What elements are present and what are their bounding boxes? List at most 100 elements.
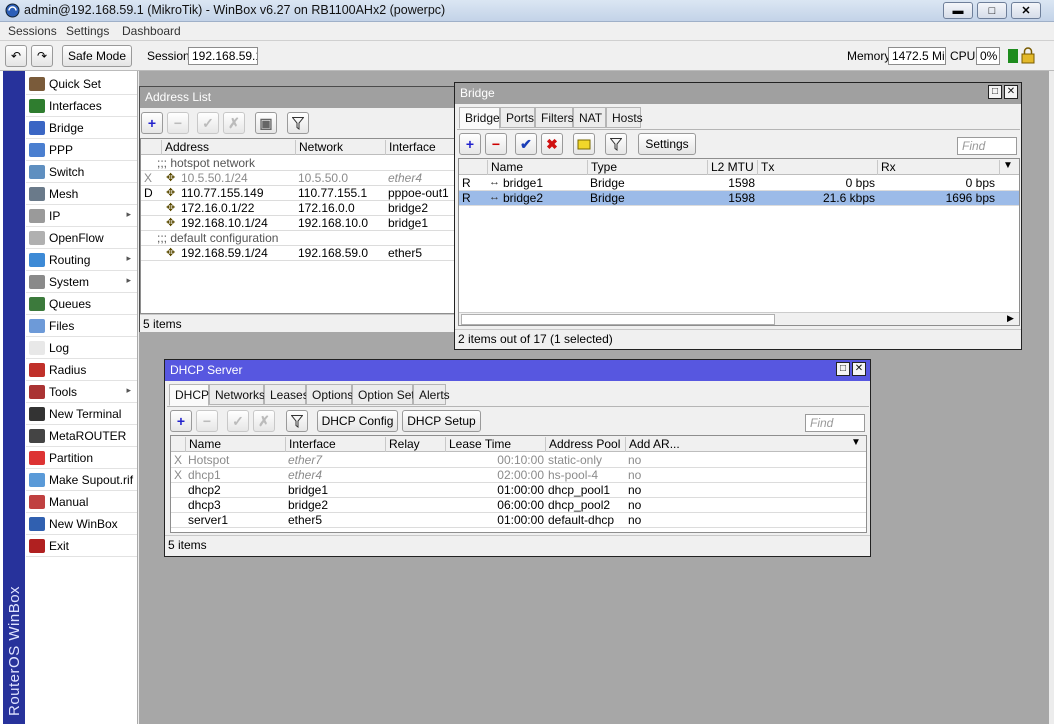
sidebar-item-radius[interactable]: Radius xyxy=(26,359,137,381)
sidebar-item-new-terminal[interactable]: New Terminal xyxy=(26,403,137,425)
enable-dhcp-button[interactable]: ✓ xyxy=(227,410,249,432)
table-row[interactable]: D ✥ 110.77.155.149 110.77.155.1 pppoe-out1 xyxy=(141,186,468,201)
remove-dhcp-button[interactable]: − xyxy=(196,410,218,432)
bridge-maximize-button[interactable]: □ xyxy=(988,85,1002,99)
col-tx[interactable]: Tx xyxy=(757,160,877,175)
disable-address-button[interactable]: ✗ xyxy=(223,112,245,134)
table-row[interactable]: ✥ 172.16.0.1/22 172.16.0.0 bridge2 xyxy=(141,201,468,216)
minimize-button[interactable]: ▬ xyxy=(943,2,973,19)
tab-nat[interactable]: NAT xyxy=(573,107,606,128)
tab-hosts[interactable]: Hosts xyxy=(606,107,643,128)
col-rx[interactable]: Rx xyxy=(877,160,999,175)
sidebar-item-tools[interactable]: Tools ▸ xyxy=(26,381,137,403)
sidebar-item-routing[interactable]: Routing ▸ xyxy=(26,249,137,271)
add-dhcp-button[interactable]: + xyxy=(170,410,192,432)
add-address-button[interactable]: + xyxy=(141,112,163,134)
tab-leases[interactable]: Leases xyxy=(264,384,309,405)
maximize-button[interactable]: □ xyxy=(977,2,1007,19)
tab-dhcp[interactable]: DHCP xyxy=(169,384,209,406)
col-type[interactable]: Type xyxy=(587,160,707,175)
dhcp-maximize-button[interactable]: □ xyxy=(836,362,850,376)
filter-address-button[interactable] xyxy=(287,112,309,134)
sidebar-item-interfaces[interactable]: Interfaces xyxy=(26,95,137,117)
disable-dhcp-button[interactable]: ✗ xyxy=(253,410,275,432)
sidebar-item-make-supout-rif[interactable]: Make Supout.rif xyxy=(26,469,137,491)
sidebar-item-new-winbox[interactable]: New WinBox xyxy=(26,513,137,535)
menu-settings[interactable]: Settings xyxy=(66,24,109,38)
table-row[interactable]: R ↔ bridge2 Bridge 1598 21.6 kbps 1696 bps xyxy=(459,191,1019,206)
table-row[interactable]: server1 ether5 01:00:00 default-dhcp no xyxy=(171,513,866,528)
comment-row[interactable]: ;;; default configuration xyxy=(141,231,468,246)
enable-bridge-button[interactable]: ✔ xyxy=(515,133,537,155)
table-row[interactable]: ✥ 192.168.10.1/24 192.168.10.0 bridge1 xyxy=(141,216,468,231)
table-row[interactable]: dhcp2 bridge1 01:00:00 dhcp_pool1 no xyxy=(171,483,866,498)
enable-address-button[interactable]: ✓ xyxy=(197,112,219,134)
dhcp-close-button[interactable]: ✕ xyxy=(852,362,866,376)
filter-bridge-button[interactable] xyxy=(605,133,627,155)
sidebar-item-ppp[interactable]: PPP xyxy=(26,139,137,161)
session-field[interactable]: 192.168.59.1 xyxy=(188,47,258,65)
sidebar-item-quick-set[interactable]: Quick Set xyxy=(26,73,137,95)
sidebar-item-log[interactable]: Log xyxy=(26,337,137,359)
undo-button[interactable]: ↶ xyxy=(5,45,27,67)
sidebar-item-files[interactable]: Files xyxy=(26,315,137,337)
col-l2mtu[interactable]: L2 MTU xyxy=(707,160,757,175)
menu-sessions[interactable]: Sessions xyxy=(8,24,57,38)
sidebar-item-mesh[interactable]: Mesh xyxy=(26,183,137,205)
sidebar-item-exit[interactable]: Exit xyxy=(26,535,137,557)
col-name[interactable]: Name xyxy=(487,160,587,175)
sidebar-item-switch[interactable]: Switch xyxy=(26,161,137,183)
remove-bridge-button[interactable]: − xyxy=(485,133,507,155)
filter-dhcp-button[interactable] xyxy=(286,410,308,432)
table-row[interactable]: Xdhcp1 ether4 02:00:00 hs-pool-4 no xyxy=(171,468,866,483)
columns-dropdown-icon[interactable]: ▼ xyxy=(999,160,1019,175)
tab-networks[interactable]: Networks xyxy=(209,384,265,405)
tab-options[interactable]: Options xyxy=(306,384,353,405)
tab-alerts[interactable]: Alerts xyxy=(413,384,450,405)
col-lease-time[interactable]: Lease Time xyxy=(445,437,545,452)
col-network[interactable]: Network xyxy=(295,140,385,155)
sidebar-item-bridge[interactable]: Bridge xyxy=(26,117,137,139)
safe-mode-button[interactable]: Safe Mode xyxy=(62,45,132,67)
columns-dropdown-icon[interactable]: ▼ xyxy=(848,437,866,452)
sidebar-item-metarouter[interactable]: MetaROUTER xyxy=(26,425,137,447)
remove-address-button[interactable]: − xyxy=(167,112,189,134)
table-row[interactable]: dhcp3 bridge2 06:00:00 dhcp_pool2 no xyxy=(171,498,866,513)
col-address-pool[interactable]: Address Pool xyxy=(545,437,625,452)
disable-bridge-button[interactable]: ✖ xyxy=(541,133,563,155)
sidebar-item-manual[interactable]: Manual xyxy=(26,491,137,513)
col-interface[interactable]: Interface xyxy=(285,437,385,452)
sidebar-item-openflow[interactable]: OpenFlow xyxy=(26,227,137,249)
bridge-settings-button[interactable]: Settings xyxy=(638,133,696,155)
dhcp-setup-button[interactable]: DHCP Setup xyxy=(402,410,481,432)
table-row[interactable]: R ↔ bridge1 Bridge 1598 0 bps 0 bps xyxy=(459,176,1019,191)
table-row[interactable]: X ✥ 10.5.50.1/24 10.5.50.0 ether4 xyxy=(141,171,468,186)
comment-address-button[interactable]: ▣ xyxy=(255,112,277,134)
bridge-hscrollbar[interactable]: ▶ xyxy=(459,312,1019,325)
tab-filters[interactable]: Filters xyxy=(535,107,574,128)
table-row[interactable]: X Hotspot ether7 00:10:00 static-only no xyxy=(171,453,866,468)
tab-option-sets[interactable]: Option Sets xyxy=(352,384,421,405)
bridge-find-input[interactable]: Find xyxy=(957,137,1017,155)
close-window-button[interactable]: ✕ xyxy=(1011,2,1041,19)
comment-row[interactable]: ;;; hotspot network xyxy=(141,156,468,171)
scroll-right-icon[interactable]: ▶ xyxy=(1007,313,1014,324)
menu-dashboard[interactable]: Dashboard xyxy=(122,24,181,38)
table-row[interactable]: ✥ 192.168.59.1/24 192.168.59.0 ether5 xyxy=(141,246,468,261)
sidebar-item-ip[interactable]: IP ▸ xyxy=(26,205,137,227)
dhcp-find-input[interactable]: Find xyxy=(805,414,865,432)
col-add-arp[interactable]: Add AR... xyxy=(625,437,680,452)
scroll-thumb[interactable] xyxy=(461,314,775,325)
redo-button[interactable]: ↷ xyxy=(31,45,53,67)
col-address[interactable]: Address xyxy=(161,140,295,155)
tab-ports[interactable]: Ports xyxy=(500,107,535,128)
sidebar-item-queues[interactable]: Queues xyxy=(26,293,137,315)
col-name[interactable]: Name xyxy=(185,437,285,452)
bridge-close-button[interactable]: ✕ xyxy=(1004,85,1018,99)
comment-bridge-button[interactable] xyxy=(573,133,595,155)
sidebar-item-system[interactable]: System ▸ xyxy=(26,271,137,293)
dhcp-config-button[interactable]: DHCP Config xyxy=(317,410,398,432)
sidebar-item-partition[interactable]: Partition xyxy=(26,447,137,469)
col-relay[interactable]: Relay xyxy=(385,437,445,452)
tab-bridge[interactable]: Bridge xyxy=(459,107,500,129)
